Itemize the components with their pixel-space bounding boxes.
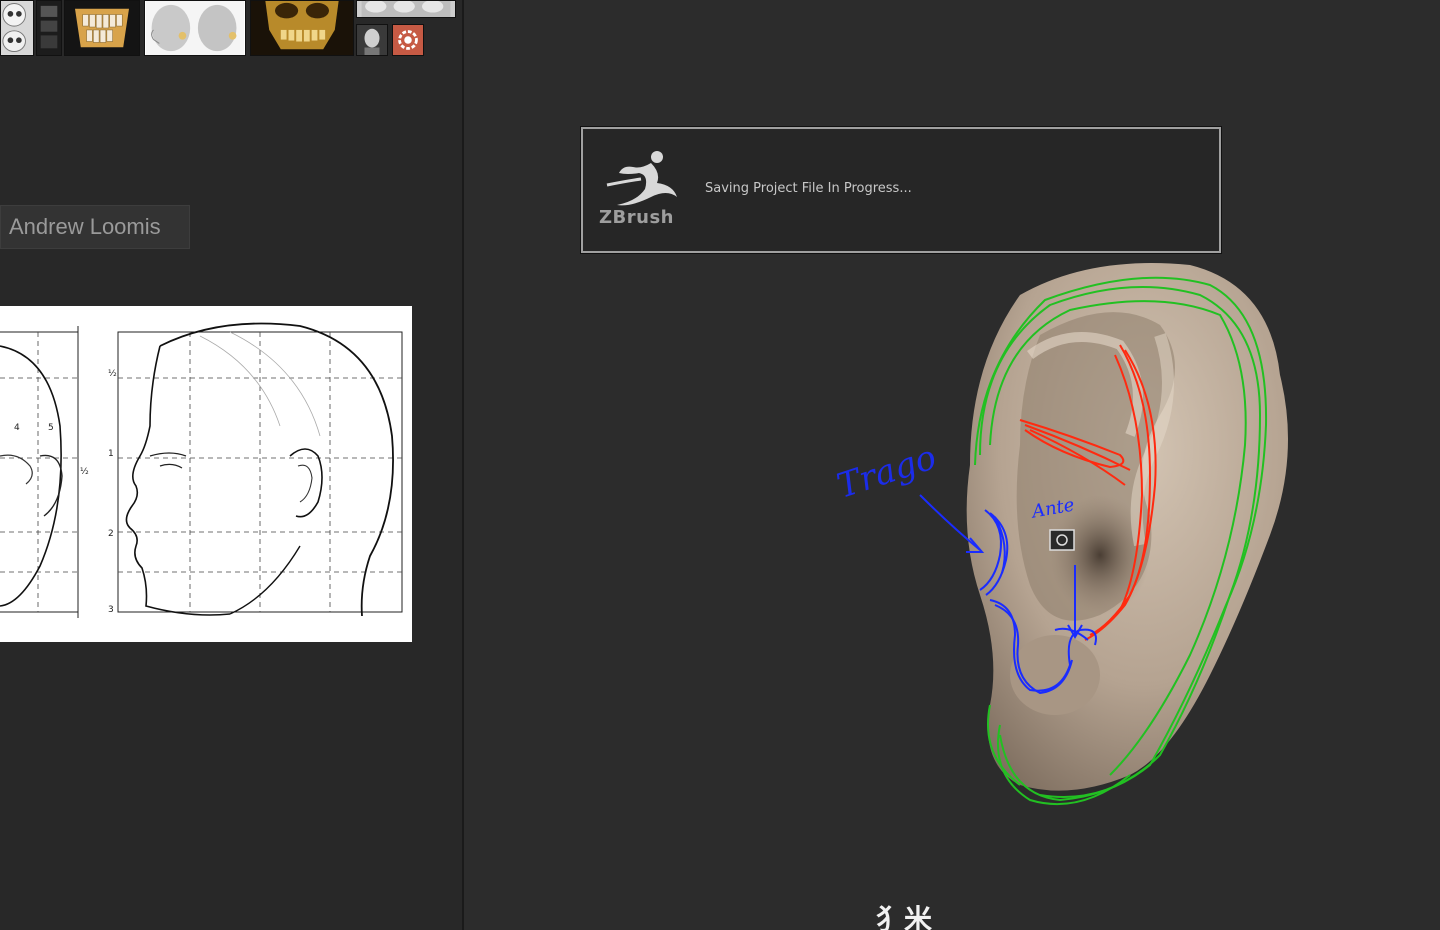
svg-text:3: 3 <box>108 605 114 615</box>
head-profile-icon <box>145 1 245 55</box>
thumbnail-gear[interactable] <box>392 24 424 56</box>
thumbnail-golden-skull[interactable] <box>250 0 354 56</box>
thumbnail-skull-front[interactable] <box>0 0 34 56</box>
reference-title-label: Andrew Loomis <box>0 205 190 249</box>
svg-text:2: 2 <box>108 529 114 539</box>
ear-model-icon <box>919 263 1288 806</box>
zbrush-logo-icon: ZBrush <box>597 145 689 235</box>
gear-icon <box>393 25 423 55</box>
svg-text:½: ½ <box>108 369 117 379</box>
camera-icon <box>1049 529 1075 551</box>
ear-sculpt-model[interactable] <box>830 255 1320 815</box>
thumbnail-teeth[interactable] <box>64 0 140 56</box>
skull-row-icon <box>361 1 451 17</box>
svg-text:½: ½ <box>80 467 89 477</box>
golden-skull-icon <box>251 1 353 55</box>
loomis-head-reference-image[interactable]: ½ 1 2 3 ½ 5 4 <box>0 306 412 642</box>
zbrush-app: Andrew Loomis ½ 1 2 3 ½ 5 4 Trago Ante Z… <box>0 0 1440 930</box>
small-stack-icon <box>37 2 61 54</box>
head-drawing-icon: ½ 1 2 3 ½ 5 4 <box>0 306 412 642</box>
saving-progress-dialog: ZBrush Saving Project File In Progress..… <box>581 127 1221 253</box>
teeth-icon <box>65 1 139 55</box>
thumbnail-small-stack[interactable] <box>36 0 62 56</box>
bottom-symbol: ⺨⽶ <box>876 903 933 930</box>
zbrush-logo-text: ZBrush <box>599 207 674 228</box>
thumbnail-portrait[interactable] <box>356 24 388 56</box>
reference-panel: Andrew Loomis ½ 1 2 3 ½ 5 4 <box>0 0 462 930</box>
skull-front-icon <box>1 1 33 55</box>
portrait-icon <box>357 25 387 55</box>
saving-status-message: Saving Project File In Progress... <box>705 181 912 196</box>
thumbnail-head-profiles[interactable] <box>144 0 246 56</box>
svg-text:4: 4 <box>14 423 20 433</box>
svg-text:1: 1 <box>108 449 114 459</box>
svg-text:5: 5 <box>48 423 54 433</box>
thumbnail-skull-row[interactable] <box>356 0 456 18</box>
